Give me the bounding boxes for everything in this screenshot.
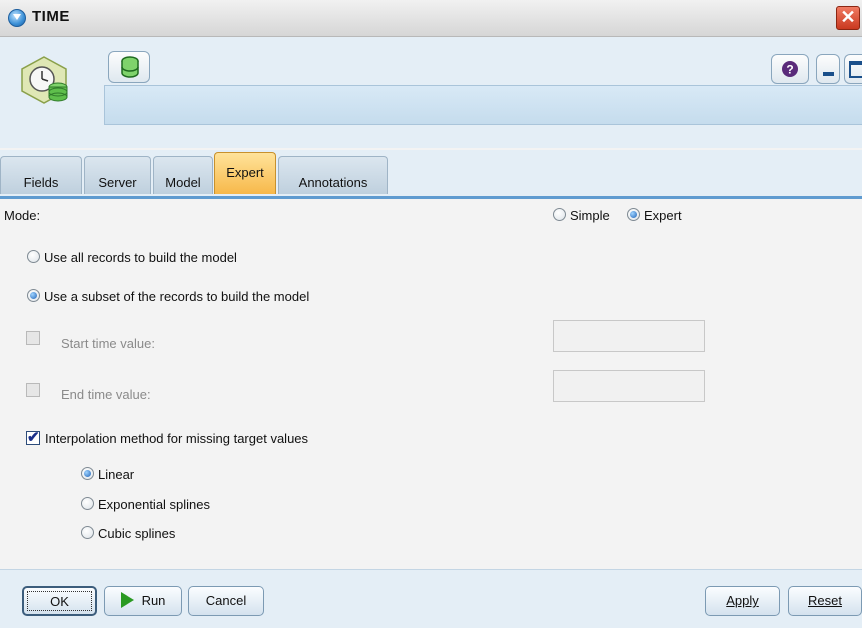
minimize-icon [823, 72, 834, 76]
time-node-icon [21, 56, 68, 104]
play-icon [120, 592, 134, 609]
close-button[interactable]: ✕ [836, 6, 860, 30]
apply-button[interactable]: Apply [705, 586, 780, 616]
use-subset-records-radio[interactable] [27, 289, 40, 302]
header-toolbar [104, 85, 862, 125]
exponential-splines-label: Exponential splines [98, 497, 211, 512]
cancel-button[interactable]: Cancel [188, 586, 264, 616]
exponential-splines-radio[interactable] [81, 497, 94, 510]
cubic-splines-radio[interactable] [81, 526, 94, 539]
question-icon: ? [782, 61, 798, 77]
interpolation-label: Interpolation method for missing target … [45, 431, 309, 446]
tab-fields[interactable]: Fields [0, 156, 82, 194]
database-button[interactable] [108, 51, 150, 83]
maximize-button[interactable] [844, 54, 862, 84]
use-all-records-radio[interactable] [27, 250, 40, 263]
tab-server[interactable]: Server [84, 156, 151, 194]
interpolation-checkbox[interactable] [26, 428, 40, 446]
end-time-label: End time value: [61, 387, 151, 402]
svg-text:?: ? [786, 63, 793, 77]
dialog-window: TIME ✕ ? Fields Server Model Expert Anno… [0, 0, 862, 628]
help-button[interactable]: ? [771, 54, 809, 84]
tab-expert[interactable]: Expert [214, 152, 276, 194]
tab-annotations[interactable]: Annotations [278, 156, 388, 194]
mode-expert-radio[interactable] [627, 208, 640, 221]
linear-radio[interactable] [81, 467, 94, 480]
reset-button[interactable]: Reset [788, 586, 862, 616]
end-time-checkbox[interactable] [26, 383, 40, 397]
button-bar: OK Run Cancel Apply Reset [0, 569, 862, 628]
mode-label: Mode: [4, 208, 41, 223]
tab-model[interactable]: Model [153, 156, 213, 194]
start-time-field[interactable] [553, 320, 705, 352]
header-panel: ? [0, 37, 862, 148]
title-bar: TIME ✕ [0, 0, 862, 37]
linear-label: Linear [98, 467, 135, 482]
mode-simple-radio[interactable] [553, 208, 566, 221]
ok-button[interactable]: OK [22, 586, 97, 616]
mode-simple-label: Simple [570, 208, 610, 223]
start-time-label: Start time value: [61, 336, 155, 351]
tab-bar: Fields Server Model Expert Annotations [0, 150, 862, 199]
run-button[interactable]: Run [104, 586, 182, 616]
window-title: TIME [32, 8, 70, 25]
use-subset-records-label: Use a subset of the records to build the… [44, 289, 310, 304]
end-time-field[interactable] [553, 370, 705, 402]
use-all-records-label: Use all records to build the model [44, 250, 237, 265]
maximize-icon [849, 61, 862, 78]
database-icon [121, 56, 139, 78]
close-icon: ✕ [840, 7, 856, 27]
expert-panel: Mode: Simple Expert Use all records to b… [0, 199, 862, 569]
mode-expert-label: Expert [644, 208, 682, 223]
cubic-splines-label: Cubic splines [98, 526, 176, 541]
focus-ring [27, 591, 92, 611]
node-icon [8, 9, 26, 27]
minimize-button[interactable] [816, 54, 840, 84]
start-time-checkbox[interactable] [26, 331, 40, 345]
